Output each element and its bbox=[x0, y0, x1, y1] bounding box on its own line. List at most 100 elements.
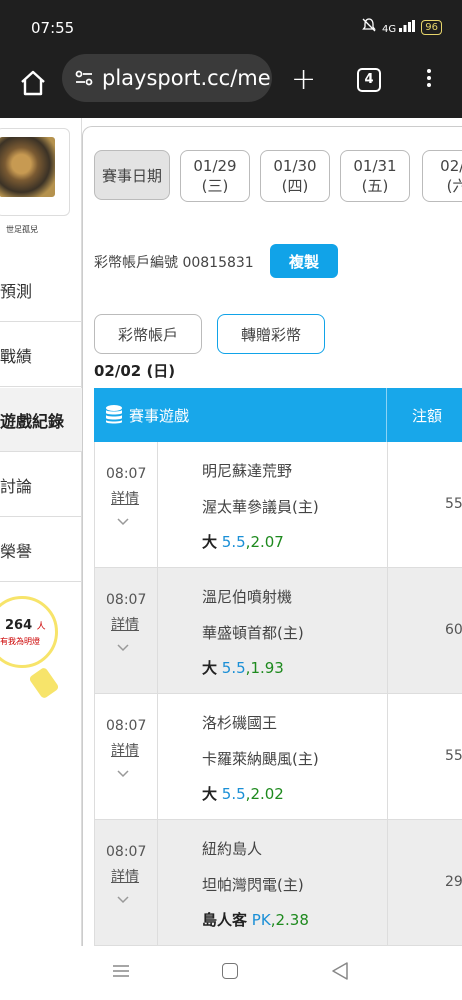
bet-amount: 60 bbox=[445, 622, 462, 638]
date-text: 02/0 bbox=[440, 157, 462, 175]
tab-transfer-coins[interactable]: 轉贈彩幣 bbox=[217, 314, 325, 354]
pick-text: 島人客 bbox=[202, 911, 248, 929]
home-nav-icon[interactable] bbox=[222, 963, 238, 979]
signal-icon: 4G bbox=[381, 19, 416, 35]
home-team: 坦帕灣閃電(主) bbox=[202, 876, 304, 894]
line-text: 5.5 bbox=[221, 785, 246, 803]
sidebar-item-label: 討論 bbox=[0, 476, 33, 496]
line-text: 5.5 bbox=[221, 533, 246, 551]
tab-lottery-account[interactable]: 彩幣帳戶 bbox=[94, 314, 202, 354]
table-row: 08:07 詳情 明尼蘇達荒野 渥太華參議員(主) 大 5.5,2.07 55 bbox=[94, 442, 462, 568]
sidebar-item-game-history[interactable]: 遊戲紀錄 bbox=[0, 388, 82, 452]
bet-pick: 大 5.5,2.02 bbox=[202, 785, 284, 803]
detail-link[interactable]: 詳情 bbox=[111, 488, 139, 508]
chevron-down-icon[interactable] bbox=[117, 768, 129, 780]
mute-icon bbox=[362, 18, 376, 36]
tab-switcher-button[interactable]: 4 bbox=[357, 68, 381, 92]
chevron-down-icon[interactable] bbox=[117, 642, 129, 654]
pick-text: 大 bbox=[202, 785, 218, 803]
date-text: 01/31 bbox=[353, 157, 397, 175]
day-label: 02/02 (日) bbox=[94, 362, 176, 380]
game-time: 08:07 bbox=[106, 844, 147, 860]
status-icons: 4G 96 bbox=[362, 18, 442, 36]
sidebar-item-label: 榮譽 bbox=[0, 541, 33, 561]
sidebar-item-record[interactable]: 戰績 bbox=[0, 323, 82, 387]
pick-text: 大 bbox=[202, 659, 218, 677]
date-button[interactable]: 01/29 (三) bbox=[180, 150, 250, 202]
sidebar-item-predict[interactable]: 預測 bbox=[0, 258, 82, 322]
detail-link[interactable]: 詳情 bbox=[111, 740, 139, 760]
lightbulb-base bbox=[28, 666, 60, 700]
odds-text: 2.02 bbox=[250, 785, 284, 803]
date-text: 01/29 bbox=[193, 157, 237, 175]
sidebar-item-discussion[interactable]: 討論 bbox=[0, 453, 82, 517]
odds-text: 2.07 bbox=[250, 533, 284, 551]
sidebar-item-label: 預測 bbox=[0, 281, 33, 301]
date-text: 01/30 bbox=[273, 157, 317, 175]
address-bar[interactable]: playsport.cc/me bbox=[62, 54, 272, 102]
bet-pick: 大 5.5,1.93 bbox=[202, 659, 284, 677]
date-button[interactable]: 02/0 (六 bbox=[422, 150, 462, 202]
sidebar-item-honor[interactable]: 榮譽 bbox=[0, 518, 82, 582]
pick-text: 大 bbox=[202, 533, 218, 551]
clock: 07:55 bbox=[31, 19, 75, 37]
new-tab-icon[interactable]: + bbox=[291, 62, 316, 97]
away-team: 洛杉磯國王 bbox=[202, 714, 278, 732]
main-panel: 賽事日期 01/29 (三) 01/30 (四) 01/31 (五) 02/0 … bbox=[82, 118, 462, 946]
detail-link[interactable]: 詳情 bbox=[111, 614, 139, 634]
detail-link[interactable]: 詳情 bbox=[111, 866, 139, 886]
follower-label: 有我為明燈 bbox=[0, 637, 40, 646]
battery-icon: 96 bbox=[421, 19, 442, 35]
table-header: 賽事遊戲 注額 bbox=[94, 388, 462, 442]
chevron-down-icon[interactable] bbox=[117, 894, 129, 906]
game-time: 08:07 bbox=[106, 718, 147, 734]
more-menu-icon[interactable] bbox=[427, 66, 433, 90]
follower-count-unit: 人 bbox=[36, 622, 46, 632]
weekday-text: (五) bbox=[361, 177, 389, 195]
page-content: 世足孤兒 預測 戰績 遊戲紀錄 討論 榮譽 264 人 有我為明燈 賽事日期 0… bbox=[0, 118, 462, 946]
sidebar-item-label: 遊戲紀錄 bbox=[0, 411, 65, 431]
line-text: 5.5 bbox=[221, 659, 246, 677]
date-button[interactable]: 01/30 (四) bbox=[260, 150, 330, 202]
game-time: 08:07 bbox=[106, 592, 147, 608]
weekday-text: (四) bbox=[281, 177, 309, 195]
user-name: 世足孤兒 bbox=[6, 225, 38, 234]
site-settings-icon[interactable] bbox=[74, 68, 94, 88]
chevron-down-icon[interactable] bbox=[117, 516, 129, 528]
browser-toolbar: playsport.cc/me + 4 bbox=[0, 54, 462, 118]
bet-amount: 55 bbox=[445, 496, 462, 512]
home-team: 華盛頓首都(主) bbox=[202, 624, 304, 642]
line-text: PK bbox=[251, 911, 271, 929]
status-bar: 07:55 4G 96 bbox=[0, 0, 462, 54]
weekday-text: (六 bbox=[446, 177, 462, 195]
follower-count-value: 264 bbox=[5, 618, 33, 633]
avatar bbox=[0, 137, 55, 197]
sidebar-item-label: 戰績 bbox=[0, 346, 33, 366]
follower-count: 264 人 bbox=[5, 618, 46, 633]
table-row: 08:07 詳情 洛杉磯國王 卡羅萊納颶風(主) 大 5.5,2.02 55 bbox=[94, 694, 462, 820]
bet-amount: 29 bbox=[445, 874, 462, 890]
copy-button[interactable]: 複製 bbox=[270, 244, 338, 278]
weekday-text: (三) bbox=[201, 177, 229, 195]
bet-pick: 島人客 PK,2.38 bbox=[202, 911, 309, 929]
back-icon[interactable] bbox=[330, 962, 350, 980]
url-text: playsport.cc/me bbox=[102, 66, 271, 90]
home-team: 渥太華參議員(主) bbox=[202, 498, 319, 516]
recent-apps-icon[interactable] bbox=[112, 964, 130, 978]
date-button[interactable]: 01/31 (五) bbox=[340, 150, 410, 202]
away-team: 紐約島人 bbox=[202, 840, 263, 858]
signal-text: 4G bbox=[381, 23, 397, 35]
home-icon[interactable] bbox=[18, 68, 48, 98]
database-icon bbox=[106, 405, 122, 424]
game-time: 08:07 bbox=[106, 466, 147, 482]
table-row: 08:07 詳情 溫尼伯噴射機 華盛頓首都(主) 大 5.5,1.93 60 bbox=[94, 568, 462, 694]
home-team: 卡羅萊納颶風(主) bbox=[202, 750, 319, 768]
account-number: 彩幣帳戶編號 00815831 bbox=[94, 255, 254, 271]
avatar-card[interactable] bbox=[0, 128, 70, 216]
bet-amount: 55 bbox=[445, 748, 462, 764]
away-team: 溫尼伯噴射機 bbox=[202, 588, 293, 606]
date-filter-label[interactable]: 賽事日期 bbox=[94, 150, 170, 200]
away-team: 明尼蘇達荒野 bbox=[202, 462, 293, 480]
table-row: 08:07 詳情 紐約島人 坦帕灣閃電(主) 島人客 PK,2.38 29 bbox=[94, 820, 462, 946]
column-header-game: 賽事遊戲 bbox=[129, 407, 190, 425]
